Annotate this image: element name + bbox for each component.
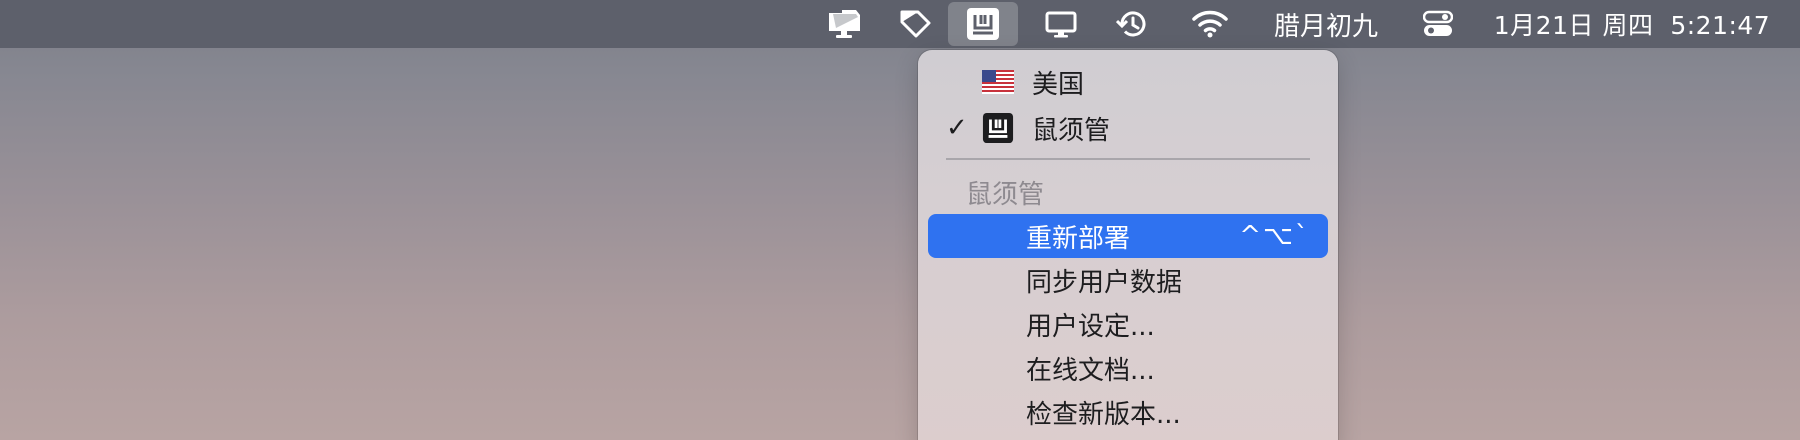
control-center-icon[interactable]: [1416, 0, 1460, 48]
input-method-dropdown: 美国 ✓ 鼠须管 鼠须管 重新部署 ^⌥` 同步用户数据 用户设定... 在线文…: [918, 50, 1338, 440]
input-source-squirrel-label: 鼠须管: [1032, 115, 1111, 146]
tag-glyph: [900, 10, 931, 38]
display-glyph: [1045, 11, 1077, 38]
squirrel-menubar-glyph: [967, 8, 999, 40]
menu-item-sync-label: 同步用户数据: [1026, 267, 1183, 298]
clock-text: 1月21日 周四 5:21:47: [1493, 11, 1771, 40]
lunar-date[interactable]: 腊月初九: [1264, 0, 1388, 48]
input-source-us-label: 美国: [1032, 69, 1085, 100]
menu-item-online-docs-label: 在线文档...: [1026, 355, 1155, 386]
menu-item-redeploy-label: 重新部署: [1026, 223, 1131, 254]
time-machine-glyph: [1116, 11, 1146, 37]
redeploy-shortcut: ^⌥`: [1239, 221, 1310, 251]
input-source-squirrel[interactable]: ✓ 鼠须管: [928, 106, 1328, 150]
input-source-us[interactable]: 美国: [928, 60, 1328, 104]
menu-item-user-settings[interactable]: 用户设定...: [928, 302, 1328, 346]
control-center-glyph: [1423, 10, 1453, 36]
menu-item-check-updates[interactable]: 检查新版本...: [928, 390, 1328, 434]
lunar-date-text: 腊月初九: [1273, 11, 1378, 42]
display-icon[interactable]: [1036, 0, 1086, 48]
menu-item-sync-user-data[interactable]: 同步用户数据: [928, 258, 1328, 302]
time-machine-icon[interactable]: [1108, 0, 1158, 48]
squirrel-ime-icon: [982, 112, 1014, 144]
menu-item-check-updates-label: 检查新版本...: [1026, 399, 1181, 430]
wifi-icon[interactable]: [1182, 0, 1238, 48]
checkmark-icon: ✓: [946, 113, 968, 143]
clipboard-tray-glyph: [829, 10, 860, 38]
us-flag-icon: [982, 70, 1014, 94]
menu-bar: 腊月初九 1月21日 周四 5:21:47: [0, 0, 1800, 48]
menu-item-user-settings-label: 用户设定...: [1026, 311, 1155, 342]
menu-item-online-docs[interactable]: 在线文档...: [928, 346, 1328, 390]
clipboard-tray-icon[interactable]: [820, 0, 870, 48]
tag-icon[interactable]: [890, 0, 940, 48]
menubar-clock[interactable]: 1月21日 周四 5:21:47: [1482, 0, 1782, 48]
input-method-icon[interactable]: [948, 2, 1018, 46]
menu-item-redeploy[interactable]: 重新部署 ^⌥`: [928, 214, 1328, 258]
wifi-glyph: [1192, 10, 1228, 38]
menu-separator: [946, 158, 1310, 160]
section-title: 鼠须管: [966, 180, 1045, 210]
